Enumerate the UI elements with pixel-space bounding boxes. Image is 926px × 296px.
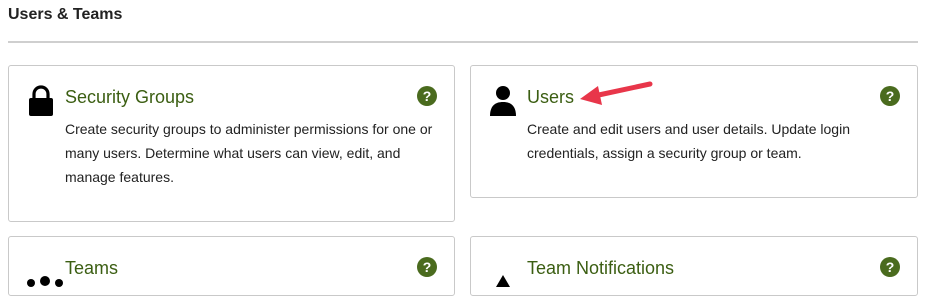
section-title: Users & Teams (8, 6, 123, 23)
team-notifications-card[interactable]: Team Notifications ? (470, 236, 918, 296)
help-icon[interactable]: ? (417, 257, 437, 277)
user-icon (487, 84, 519, 116)
users-card[interactable]: Users Create and edit users and user det… (470, 65, 918, 198)
help-icon[interactable]: ? (880, 86, 900, 106)
users-link[interactable]: Users (527, 87, 574, 108)
lock-icon (25, 84, 57, 116)
help-icon[interactable]: ? (417, 86, 437, 106)
security-groups-link[interactable]: Security Groups (65, 87, 194, 108)
warning-icon (487, 255, 519, 296)
security-groups-description: Create security groups to administer per… (65, 121, 433, 185)
users-description: Create and edit users and user details. … (527, 121, 850, 161)
section-divider (8, 41, 918, 43)
teams-card[interactable]: Teams ? (8, 236, 455, 296)
teams-link[interactable]: Teams (65, 258, 118, 279)
security-groups-card[interactable]: Security Groups Create security groups t… (8, 65, 455, 222)
help-icon[interactable]: ? (880, 257, 900, 277)
team-icon (25, 255, 63, 287)
team-notifications-link[interactable]: Team Notifications (527, 258, 674, 279)
annotation-arrow-icon (580, 81, 653, 105)
